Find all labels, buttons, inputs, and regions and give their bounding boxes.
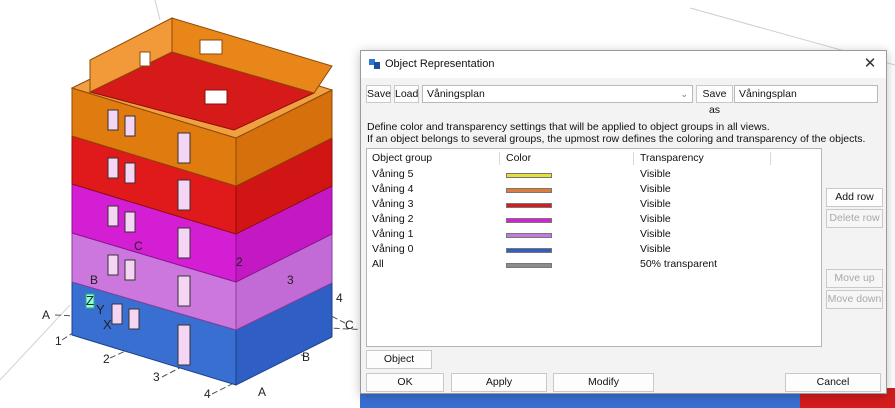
transparency-cell[interactable]: Visible	[640, 228, 671, 240]
table-row[interactable]: Våning 0 Visible	[367, 242, 821, 257]
gizmo-x-label: X	[103, 317, 112, 332]
ok-button[interactable]: OK	[366, 373, 444, 392]
object-representation-icon	[369, 59, 380, 69]
grid-label-a-left: A	[42, 308, 50, 322]
grid-label-a-right: A	[258, 385, 266, 399]
grid-line	[154, 0, 161, 21]
save-as-field[interactable]: Våningsplan	[734, 85, 878, 103]
object-group-cell: Våning 1	[372, 228, 414, 240]
grid-label-4-right: 4	[336, 291, 343, 305]
move-up-button[interactable]: Move up	[826, 269, 883, 288]
object-group-cell: Våning 0	[372, 243, 414, 255]
column-divider	[633, 152, 634, 165]
color-swatch[interactable]	[506, 203, 552, 208]
object-group-cell: Våning 5	[372, 168, 414, 180]
column-divider	[770, 152, 771, 165]
grid-label-2: 2	[103, 352, 110, 366]
apply-button[interactable]: Apply	[451, 373, 547, 392]
object-group-cell: Våning 2	[372, 213, 414, 225]
column-header-transparency[interactable]: Transparency	[640, 152, 704, 166]
grid-label-c-left: C	[134, 239, 143, 253]
delete-row-button[interactable]: Delete row	[826, 209, 883, 228]
color-swatch[interactable]	[506, 173, 552, 178]
close-icon[interactable]: ✕	[862, 55, 878, 73]
transparency-cell[interactable]: Visible	[640, 243, 671, 255]
table-row[interactable]: Våning 1 Visible	[367, 227, 821, 242]
dialog-titlebar[interactable]: Object Representation ✕	[361, 51, 886, 78]
transparency-cell[interactable]: Visible	[640, 198, 671, 210]
gizmo-y-label: Y	[96, 302, 105, 317]
table-row[interactable]: Våning 2 Visible	[367, 212, 821, 227]
grid-label-b-left: B	[90, 273, 98, 287]
move-down-button[interactable]: Move down	[826, 290, 883, 309]
table-row[interactable]: Våning 3 Visible	[367, 197, 821, 212]
window-icon	[139, 51, 151, 67]
grid-label-3: 3	[153, 370, 160, 384]
load-dropdown-value: Våningsplan	[427, 88, 485, 100]
transparency-cell[interactable]: Visible	[640, 168, 671, 180]
column-header-color[interactable]: Color	[506, 152, 531, 166]
column-header-object-group[interactable]: Object group	[372, 152, 432, 166]
table-row[interactable]: All 50% transparent	[367, 257, 821, 272]
object-group-table[interactable]: Object group Color Transparency Våning 5…	[366, 148, 822, 347]
object-group-button[interactable]: Object group...	[366, 350, 432, 382]
table-row[interactable]: Våning 5 Visible	[367, 167, 821, 182]
description-line-2: If an object belongs to several groups, …	[367, 133, 866, 145]
grid-label-3-right: 3	[287, 273, 294, 287]
table-row[interactable]: Våning 4 Visible	[367, 182, 821, 197]
load-button[interactable]: Load	[394, 85, 419, 103]
transparency-cell[interactable]: 50% transparent	[640, 258, 717, 270]
cancel-button[interactable]: Cancel	[785, 373, 881, 392]
grid-label-c-right: C	[345, 318, 354, 332]
column-divider	[499, 152, 500, 165]
gizmo-z-label: Z	[86, 293, 94, 308]
description-line-1: Define color and transparency settings t…	[367, 121, 770, 133]
transparency-cell[interactable]: Visible	[640, 183, 671, 195]
modify-button[interactable]: Modify	[553, 373, 654, 392]
color-swatch[interactable]	[506, 233, 552, 238]
color-swatch[interactable]	[506, 218, 552, 223]
load-dropdown[interactable]: Våningsplan ⌄	[422, 85, 693, 103]
grid-label-1: 1	[55, 334, 62, 348]
dialog-title: Object Representation	[385, 58, 495, 70]
color-swatch[interactable]	[506, 188, 552, 193]
save-button[interactable]: Save	[366, 85, 391, 103]
transparency-cell[interactable]: Visible	[640, 213, 671, 225]
object-group-cell: All	[372, 258, 384, 270]
window-icon	[199, 39, 223, 55]
object-representation-dialog: Object Representation ✕ Save Load Våning…	[360, 50, 887, 394]
chevron-down-icon: ⌄	[680, 89, 688, 99]
object-group-cell: Våning 3	[372, 198, 414, 210]
color-swatch[interactable]	[506, 263, 552, 268]
color-swatch[interactable]	[506, 248, 552, 253]
window-icon	[204, 89, 228, 105]
grid-label-4: 4	[204, 387, 211, 401]
grid-label-2-right: 2	[236, 255, 243, 269]
add-row-button[interactable]: Add row	[826, 188, 883, 207]
grid-label-b-right: B	[302, 350, 310, 364]
save-as-button[interactable]: Save as	[696, 85, 733, 116]
background-model-fragment	[360, 393, 800, 408]
object-group-cell: Våning 4	[372, 183, 414, 195]
